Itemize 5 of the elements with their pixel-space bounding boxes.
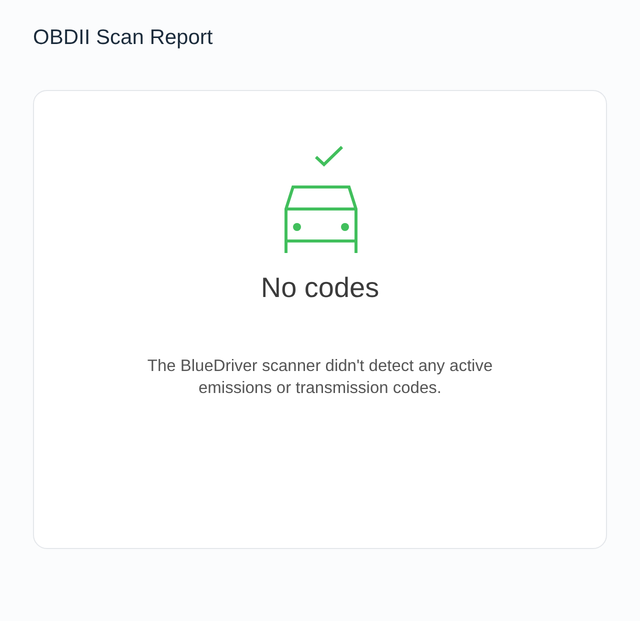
page-title: OBDII Scan Report — [33, 26, 214, 50]
result-heading: No codes — [260, 271, 380, 305]
car-front-icon — [283, 184, 359, 254]
checkmark-icon — [314, 145, 344, 167]
result-message: The BlueDriver scanner didn't detect any active emissions or transmission codes. — [146, 356, 494, 399]
